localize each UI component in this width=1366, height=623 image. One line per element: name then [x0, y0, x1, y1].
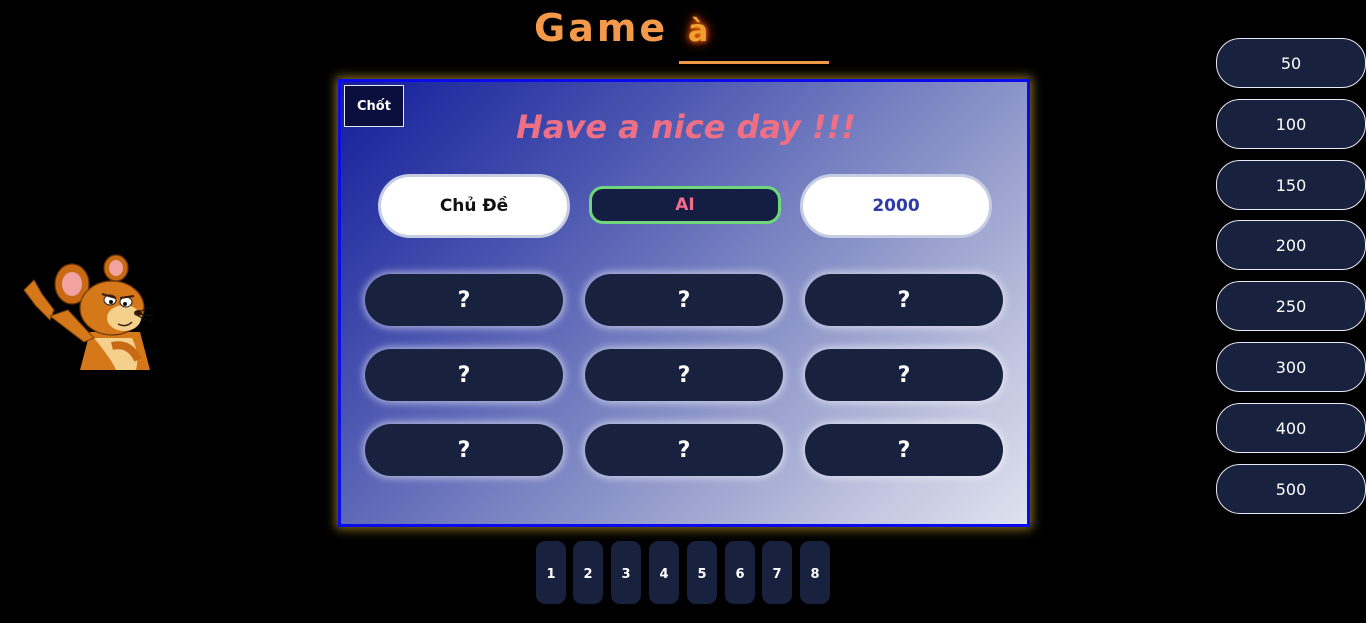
- points-column: 50 100 150 200 250 300 400 500: [1216, 38, 1366, 514]
- question-cell-6[interactable]: ?: [805, 349, 1003, 401]
- question-cell-8[interactable]: ?: [585, 424, 783, 476]
- question-cell-3[interactable]: ?: [805, 274, 1003, 326]
- question-cell-9[interactable]: ?: [805, 424, 1003, 476]
- number-bar: 1 2 3 4 5 6 7 8: [536, 541, 836, 605]
- game-title: Game à: [534, 2, 854, 68]
- number-button-2[interactable]: 2: [573, 541, 603, 604]
- number-button-8[interactable]: 8: [800, 541, 830, 604]
- flame-letter: à: [688, 14, 709, 49]
- score-display: 2000: [800, 174, 992, 238]
- question-cell-7[interactable]: ?: [365, 424, 563, 476]
- number-button-1[interactable]: 1: [536, 541, 566, 604]
- question-cell-5[interactable]: ?: [585, 349, 783, 401]
- question-cell-2[interactable]: ?: [585, 274, 783, 326]
- number-button-4[interactable]: 4: [649, 541, 679, 604]
- points-button-100[interactable]: 100: [1216, 99, 1366, 149]
- points-button-250[interactable]: 250: [1216, 281, 1366, 331]
- game-title-text: Game: [534, 6, 669, 50]
- topic-label: Chủ Đề: [378, 174, 570, 238]
- points-button-50[interactable]: 50: [1216, 38, 1366, 88]
- question-grid: ? ? ? ? ? ? ? ? ?: [365, 274, 1005, 478]
- points-button-150[interactable]: 150: [1216, 160, 1366, 210]
- jerry-mouse-icon: [23, 254, 155, 370]
- points-button-200[interactable]: 200: [1216, 220, 1366, 270]
- question-cell-1[interactable]: ?: [365, 274, 563, 326]
- points-button-300[interactable]: 300: [1216, 342, 1366, 392]
- number-button-5[interactable]: 5: [687, 541, 717, 604]
- board-headline: Have a nice day !!!: [516, 108, 856, 146]
- number-button-6[interactable]: 6: [725, 541, 755, 604]
- title-underline: [679, 61, 829, 64]
- points-button-500[interactable]: 500: [1216, 464, 1366, 514]
- team-badge: AI: [589, 186, 781, 224]
- number-button-3[interactable]: 3: [611, 541, 641, 604]
- game-board: Chốt Have a nice day !!! Chủ Đề AI 2000 …: [338, 79, 1030, 527]
- points-button-400[interactable]: 400: [1216, 403, 1366, 453]
- number-button-7[interactable]: 7: [762, 541, 792, 604]
- question-cell-4[interactable]: ?: [365, 349, 563, 401]
